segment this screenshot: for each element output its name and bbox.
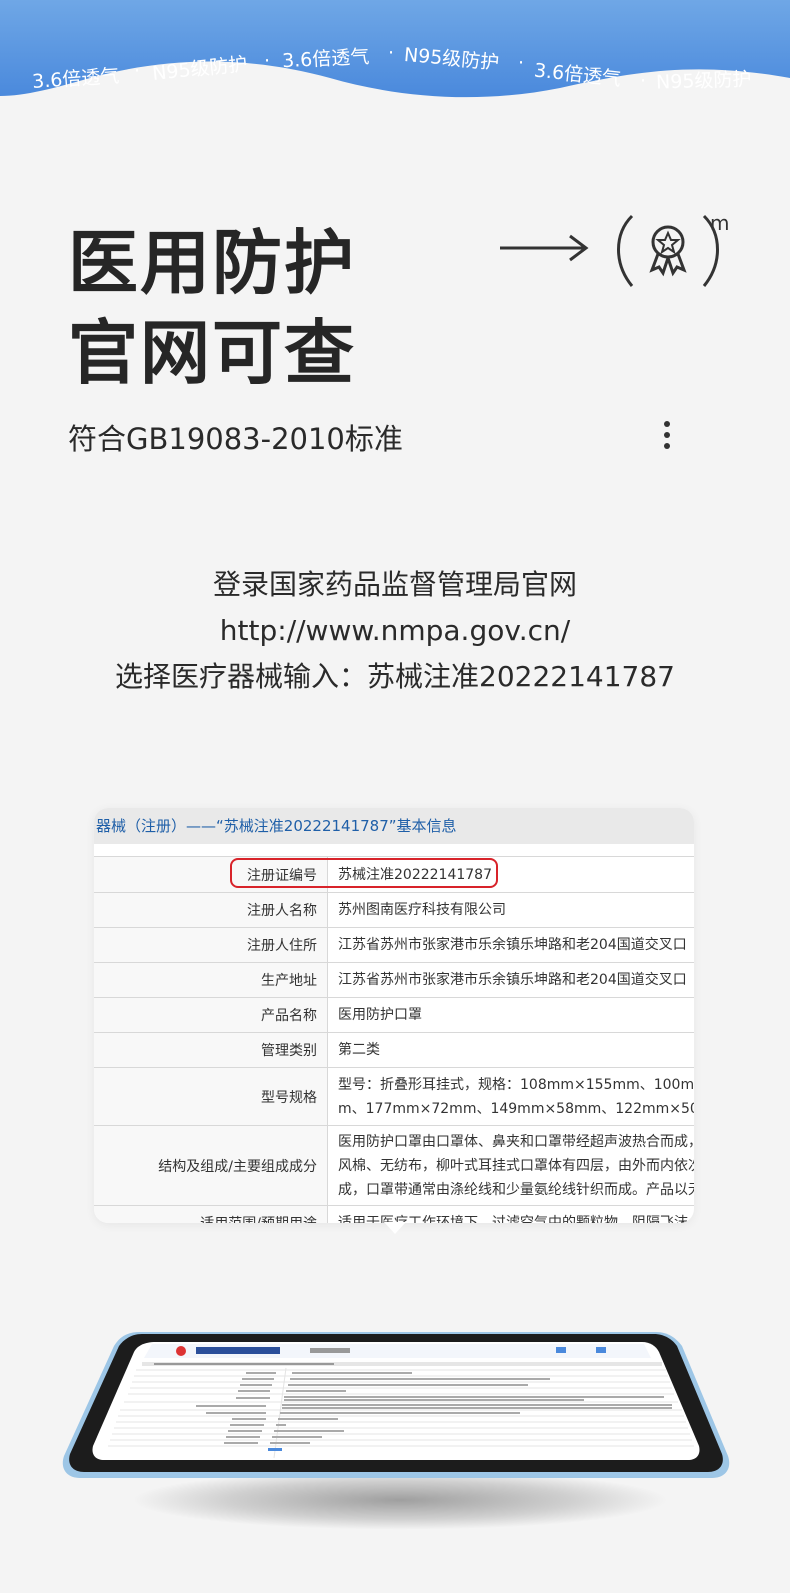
award-ribbon-icon bbox=[649, 225, 687, 277]
row-value: 适用于医疗工作环境下，过滤空气中的颗粒物、阻隔飞沫、 bbox=[327, 1205, 694, 1223]
instruction-line-3: 选择医疗器械输入：苏械注准20222141787 bbox=[115, 660, 675, 693]
top-banner: 3.6倍透气 · N95级防护 · 3.6倍透气 · N95级防护 · 3.6倍… bbox=[0, 0, 790, 110]
table-row: 注册人名称 苏州图南医疗科技有限公司 bbox=[94, 892, 694, 928]
banner-separator: · bbox=[640, 70, 647, 92]
row-value: 医用防护口罩由口罩体、鼻夹和口罩带经超声波热合而成， 风棉、无纺布，柳叶式耳挂式… bbox=[327, 1125, 694, 1206]
card-header: 器械（注册）——“苏械注准20222141787”基本信息 bbox=[94, 808, 694, 844]
row-label: 型号规格 bbox=[94, 1067, 328, 1126]
banner-item: N95级防护 bbox=[655, 68, 752, 94]
nmpa-url-link[interactable]: http://www.nmpa.gov.cn/ bbox=[0, 608, 790, 654]
emblem-icon bbox=[176, 1346, 186, 1356]
card-spacer bbox=[94, 844, 694, 857]
table-row: 型号规格 型号：折叠形耳挂式，规格：108mm×155mm、100mm m、17… bbox=[94, 1067, 694, 1126]
row-value-line: 第二类 bbox=[338, 1042, 380, 1058]
banner-item: N95级防护 bbox=[151, 53, 249, 85]
table-row: 生产地址 江苏省苏州市张家港市乐余镇乐坤路和老204国道交叉口 bbox=[94, 962, 694, 998]
row-label: 注册人住所 bbox=[94, 927, 328, 963]
row-label: 适用范围/预期用途 bbox=[94, 1205, 328, 1223]
registration-number-highlight bbox=[230, 858, 498, 888]
row-label: 管理类别 bbox=[94, 1032, 328, 1068]
table-row: 管理类别 第二类 bbox=[94, 1032, 694, 1068]
banner-slogan: 3.6倍透气 · N95级防护 · 3.6倍透气 · N95级防护 · 3.6倍… bbox=[0, 40, 790, 110]
row-value: 型号：折叠形耳挂式，规格：108mm×155mm、100mm m、177mm×7… bbox=[327, 1067, 694, 1126]
arrow-right-icon bbox=[500, 234, 589, 262]
table-row: 适用范围/预期用途 适用于医疗工作环境下，过滤空气中的颗粒物、阻隔飞沫、 bbox=[94, 1205, 694, 1223]
row-value: 江苏省苏州市张家港市乐余镇乐坤路和老204国道交叉口 bbox=[327, 927, 694, 963]
banner-item: N95级防护 bbox=[403, 43, 501, 75]
title-line-1: 医用防护 bbox=[68, 222, 356, 304]
row-value-line: 苏州图南医疗科技有限公司 bbox=[338, 902, 506, 918]
banner-separator: · bbox=[518, 52, 525, 74]
row-value: 江苏省苏州市张家港市乐余镇乐坤路和老204国道交叉口 bbox=[327, 962, 694, 998]
row-value: 医用防护口罩 bbox=[327, 997, 694, 1033]
title-line-2: 官网可查 bbox=[68, 312, 356, 394]
banner-item: 3.6倍透气 bbox=[31, 64, 120, 94]
banner-separator: · bbox=[134, 60, 141, 82]
instruction-line-1: 登录国家药品监督管理局官网 bbox=[212, 568, 577, 601]
badge-suffix: m bbox=[710, 212, 729, 235]
page-title: 医用防护 官网可查 bbox=[68, 218, 356, 398]
row-value-line: 医用防护口罩由口罩体、鼻夹和口罩带经超声波热合而成， bbox=[338, 1133, 694, 1150]
left-paren-icon bbox=[617, 214, 634, 287]
row-label: 结构及组成/主要组成成分 bbox=[94, 1125, 328, 1206]
banner-item: 3.6倍透气 bbox=[532, 59, 622, 91]
tablet-device-icon bbox=[62, 1332, 730, 1478]
row-value-line: 风棉、无纺布，柳叶式耳挂式口罩体有四层，由外而内依次 bbox=[338, 1157, 694, 1174]
table-row: 产品名称 医用防护口罩 bbox=[94, 997, 694, 1033]
lookup-instructions: 登录国家药品监督管理局官网 http://www.nmpa.gov.cn/ 选择… bbox=[0, 562, 790, 700]
table-row: 结构及组成/主要组成成分 医用防护口罩由口罩体、鼻夹和口罩带经超声波热合而成， … bbox=[94, 1125, 694, 1206]
banner-item: 3.6倍透气 bbox=[281, 45, 370, 73]
registration-table: 注册证编号 苏械注准20222141787 注册人名称 苏州图南医疗科技有限公司… bbox=[94, 857, 694, 1223]
row-value-line: 江苏省苏州市张家港市乐余镇乐坤路和老204国道交叉口 bbox=[338, 972, 687, 988]
row-value-line: m、177mm×72mm、149mm×58mm、122mm×50mm bbox=[338, 1100, 694, 1117]
standard-subtitle: 符合GB19083-2010标准 bbox=[68, 422, 403, 456]
row-value-line: 型号：折叠形耳挂式，规格：108mm×155mm、100mm bbox=[338, 1076, 694, 1093]
more-vertical-icon[interactable] bbox=[662, 420, 672, 452]
row-value-line: 成，口罩带通常由涤纶线和少量氨纶线针织而成。产品以无 bbox=[338, 1181, 694, 1198]
row-value: 第二类 bbox=[327, 1032, 694, 1068]
row-label: 注册人名称 bbox=[94, 892, 328, 928]
banner-separator: · bbox=[388, 42, 395, 64]
table-row: 注册人住所 江苏省苏州市张家港市乐余镇乐坤路和老204国道交叉口 bbox=[94, 927, 694, 963]
arrow-badge-graphic: m bbox=[500, 212, 729, 287]
row-label: 生产地址 bbox=[94, 962, 328, 998]
banner-separator: · bbox=[264, 50, 271, 72]
card-pointer bbox=[384, 1222, 406, 1234]
registration-info-card: 器械（注册）——“苏械注准20222141787”基本信息 注册证编号 苏械注准… bbox=[94, 808, 694, 1223]
row-value: 苏州图南医疗科技有限公司 bbox=[327, 892, 694, 928]
row-value-line: 江苏省苏州市张家港市乐余镇乐坤路和老204国道交叉口 bbox=[338, 937, 687, 953]
row-label: 产品名称 bbox=[94, 997, 328, 1033]
row-value-line: 医用防护口罩 bbox=[338, 1007, 422, 1023]
